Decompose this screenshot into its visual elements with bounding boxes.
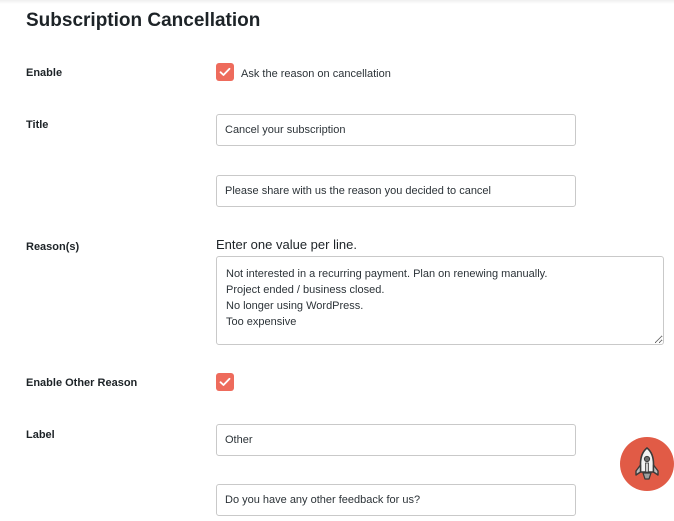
enable-checkbox[interactable] xyxy=(216,63,234,81)
title-label: Title xyxy=(26,119,49,131)
other-label-input[interactable] xyxy=(216,424,576,456)
checkmark-icon xyxy=(219,377,231,386)
other-feedback-input[interactable] xyxy=(216,484,576,516)
enable-other-reason-checkbox[interactable] xyxy=(216,373,234,391)
enable-label: Enable xyxy=(26,67,63,79)
page-title: Subscription Cancellation xyxy=(26,10,261,31)
reasons-textarea[interactable]: Not interested in a recurring payment. P… xyxy=(216,256,664,345)
top-shadow xyxy=(0,0,674,4)
checkmark-icon xyxy=(219,67,231,76)
enable-checkbox-label[interactable]: Ask the reason on cancellation xyxy=(241,67,391,81)
title-input[interactable] xyxy=(216,114,576,146)
reasons-label: Reason(s) xyxy=(26,241,80,253)
other-label-label: Label xyxy=(26,429,55,441)
reasons-hint: Enter one value per line. xyxy=(216,237,357,252)
title-description-input[interactable] xyxy=(216,175,576,207)
launcher-button[interactable] xyxy=(620,437,674,491)
enable-other-reason-label: Enable Other Reason xyxy=(26,377,138,389)
rocket-icon xyxy=(635,446,659,480)
